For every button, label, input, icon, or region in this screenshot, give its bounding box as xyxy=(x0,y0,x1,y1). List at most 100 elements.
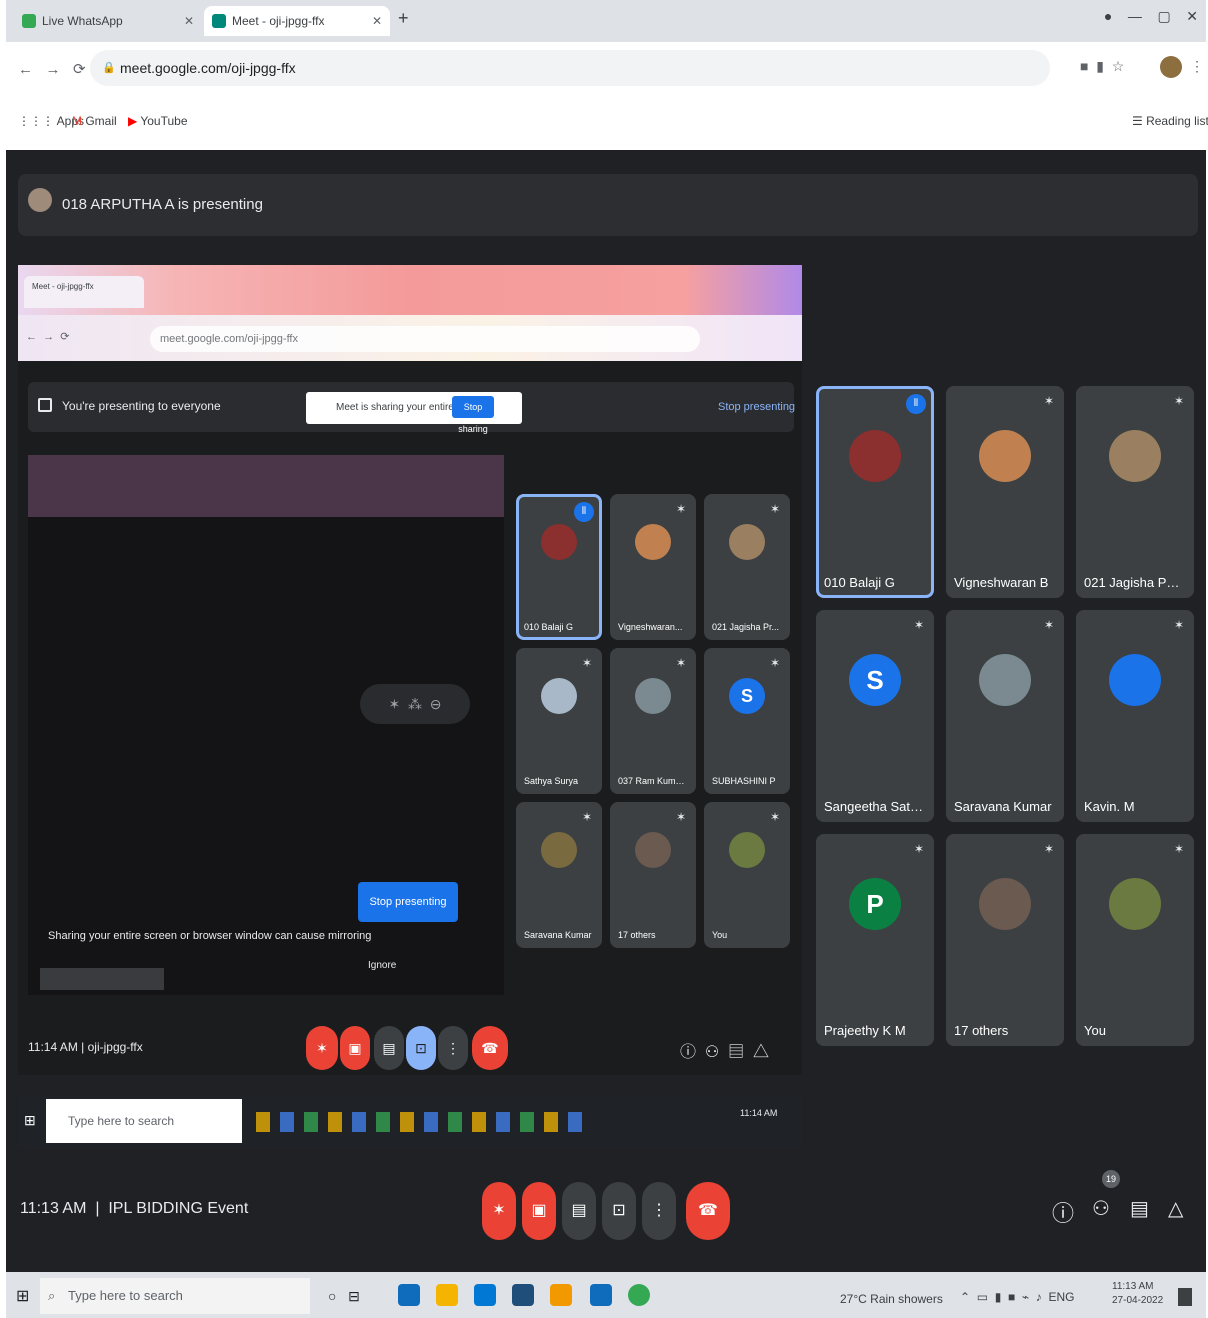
mic-muted-icon: ✶ xyxy=(769,656,780,670)
main-participant-tile[interactable]: P ✶ Prajeethy K M xyxy=(816,834,934,1046)
app-icon[interactable] xyxy=(550,1284,572,1306)
shared-nav-buttons: ← → ⟳ xyxy=(26,331,70,343)
taskbar-clock[interactable]: 11:13 AM 27-04-2022 xyxy=(1112,1280,1163,1308)
notifications-icon[interactable] xyxy=(1178,1288,1192,1306)
participant-name: Sangeetha Sathish xyxy=(824,799,926,814)
main-participant-tile[interactable]: ⦀ 010 Balaji G xyxy=(816,386,934,598)
chrome-icon[interactable] xyxy=(628,1284,650,1306)
participant-initial-avatar: S xyxy=(849,654,901,706)
shared-windows-icon: ⊞ xyxy=(24,1112,36,1128)
shared-meeting-info: 11:14 AM | oji-jpgg-ffx xyxy=(28,1040,143,1054)
shared-participant-tile[interactable]: ✶ You xyxy=(704,802,790,948)
participant-name: Prajeethy K M xyxy=(824,1023,906,1038)
participant-name: Vigneshwaran B xyxy=(954,575,1049,590)
edge-icon[interactable] xyxy=(398,1284,420,1306)
mic-muted-icon: ✶ xyxy=(769,502,780,516)
window-controls[interactable]: ● — ▢ ✕ xyxy=(1104,8,1198,25)
more-icon[interactable]: ⋮ xyxy=(642,1182,676,1240)
participant-avatar xyxy=(1109,654,1161,706)
participant-avatar xyxy=(729,524,765,560)
shared-participant-tile[interactable]: ⦀ 010 Balaji G xyxy=(516,494,602,640)
ignore-link: Ignore xyxy=(368,960,397,971)
reading-list[interactable]: ☰ Reading list xyxy=(1132,114,1208,128)
main-participant-tile[interactable]: S ✶ Sangeetha Sathish xyxy=(816,610,934,822)
present-icon[interactable]: ⊡ xyxy=(602,1182,636,1240)
main-participant-tile[interactable]: ✶ Vigneshwaran B xyxy=(946,386,1064,598)
nav-buttons[interactable]: ← → ⟳ xyxy=(18,60,86,78)
participant-name: Saravana Kumar xyxy=(524,930,592,940)
main-participant-tile[interactable]: ✶ 17 others xyxy=(946,834,1064,1046)
taskbar-search[interactable]: ⌕ Type here to search xyxy=(40,1278,310,1314)
lock-icon: 🔒 xyxy=(102,62,116,74)
tab-meet[interactable]: Meet - oji-jpgg-ffx ✕ xyxy=(204,6,390,36)
shared-participant-tile[interactable]: ✶ Saravana Kumar xyxy=(516,802,602,948)
mirror-controls: ✶ ⁂ ⊖ xyxy=(360,684,470,724)
menu-icon[interactable]: ⋮ xyxy=(1190,58,1204,75)
gmail-bookmark[interactable]: M Gmail xyxy=(72,114,117,128)
main-participant-tile[interactable]: ✶ Kavin. M xyxy=(1076,610,1194,822)
end-call-icon[interactable]: ☎ xyxy=(686,1182,730,1240)
dropbox-icon[interactable] xyxy=(512,1284,534,1306)
mic-muted-icon: ✶ xyxy=(675,502,686,516)
mic-muted-icon: ✶ xyxy=(1043,618,1054,632)
participant-avatar xyxy=(635,524,671,560)
participant-name: 17 others xyxy=(954,1023,1009,1038)
close-icon[interactable]: ✕ xyxy=(372,6,382,36)
participant-avatar xyxy=(979,654,1031,706)
profile-avatar[interactable] xyxy=(1160,56,1182,78)
main-participant-tile[interactable]: ✶ 021 Jagisha Parv... xyxy=(1076,386,1194,598)
new-tab-button[interactable]: + xyxy=(398,8,409,29)
extensions-icons[interactable]: ■ ▮ ☆ xyxy=(1080,58,1124,75)
file-explorer-icon[interactable] xyxy=(436,1284,458,1306)
shared-more-icon: ⋮ xyxy=(438,1026,468,1070)
system-tray-icons[interactable]: ⌃ ▭ ▮ ■ ⌁ ♪ ENG xyxy=(960,1290,1074,1304)
outlook-icon[interactable] xyxy=(590,1284,612,1306)
shared-participant-tile[interactable]: ✶ 17 others xyxy=(610,802,696,948)
participant-avatar xyxy=(635,678,671,714)
windows-icon[interactable]: ⊞ xyxy=(16,1286,29,1306)
mic-muted-icon: ✶ xyxy=(1173,394,1184,408)
mirror-header xyxy=(28,455,504,517)
shared-participant-tile[interactable]: ✶ Vigneshwaran... xyxy=(610,494,696,640)
people-icon[interactable]: ⚇ xyxy=(1092,1196,1110,1221)
mic-muted-icon: ✶ xyxy=(1043,842,1054,856)
participants-badge: 19 xyxy=(1102,1170,1120,1188)
shared-mic-off-icon: ✶ xyxy=(306,1026,338,1070)
shared-participant-tile[interactable]: ✶ Sathya Surya xyxy=(516,648,602,794)
address-bar[interactable]: 🔒 meet.google.com/oji-jpgg-ffx xyxy=(90,50,1050,86)
shared-side-icons: ⓘ ⚇ ▤ △ xyxy=(680,1044,770,1061)
tab-whatsapp[interactable]: Live WhatsApp ✕ xyxy=(14,6,202,36)
participant-name: 021 Jagisha Pr... xyxy=(712,622,780,632)
shared-taskbar-search: Type here to search xyxy=(46,1099,242,1143)
task-view-icon[interactable]: ○ ⊟ xyxy=(328,1288,360,1305)
mic-muted-icon: ✶ xyxy=(675,656,686,670)
youtube-bookmark[interactable]: ▶ YouTube xyxy=(128,114,188,128)
info-icon[interactable]: ⓘ xyxy=(1052,1196,1074,1228)
main-participant-tile[interactable]: ✶ Saravana Kumar xyxy=(946,610,1064,822)
mirroring-warning: Sharing your entire screen or browser wi… xyxy=(48,930,372,942)
shared-participant-tile[interactable]: S ✶ SUBHASHINI P xyxy=(704,648,790,794)
close-icon[interactable]: ✕ xyxy=(184,6,194,36)
weather-widget[interactable]: 27°C Rain showers xyxy=(840,1292,943,1306)
shared-taskbar-apps xyxy=(256,1112,586,1132)
participant-name: 17 others xyxy=(618,930,656,940)
mic-off-icon[interactable]: ✶ xyxy=(482,1182,516,1240)
mic-muted-icon: ✶ xyxy=(675,810,686,824)
shared-participant-tile[interactable]: ✶ 037 Ram Kumar... xyxy=(610,648,696,794)
mic-muted-icon: ✶ xyxy=(1173,618,1184,632)
shared-present-icon: ⊡ xyxy=(406,1026,436,1070)
main-participant-tile[interactable]: ✶ You xyxy=(1076,834,1194,1046)
chat-icon[interactable]: ▤ xyxy=(1130,1196,1149,1221)
participant-initial-avatar: P xyxy=(849,878,901,930)
mic-muted-icon: ✶ xyxy=(1173,842,1184,856)
camera-off-icon[interactable]: ▣ xyxy=(522,1182,556,1240)
activities-icon[interactable]: △ xyxy=(1168,1196,1183,1221)
participant-avatar xyxy=(979,878,1031,930)
store-icon[interactable] xyxy=(474,1284,496,1306)
participant-name: 021 Jagisha Parv... xyxy=(1084,575,1186,590)
shared-captions-icon: ▤ xyxy=(374,1026,404,1070)
whatsapp-icon xyxy=(22,14,36,28)
captions-icon[interactable]: ▤ xyxy=(562,1182,596,1240)
shared-tab: Meet - oji-jpgg-ffx xyxy=(24,276,144,308)
shared-participant-tile[interactable]: ✶ 021 Jagisha Pr... xyxy=(704,494,790,640)
